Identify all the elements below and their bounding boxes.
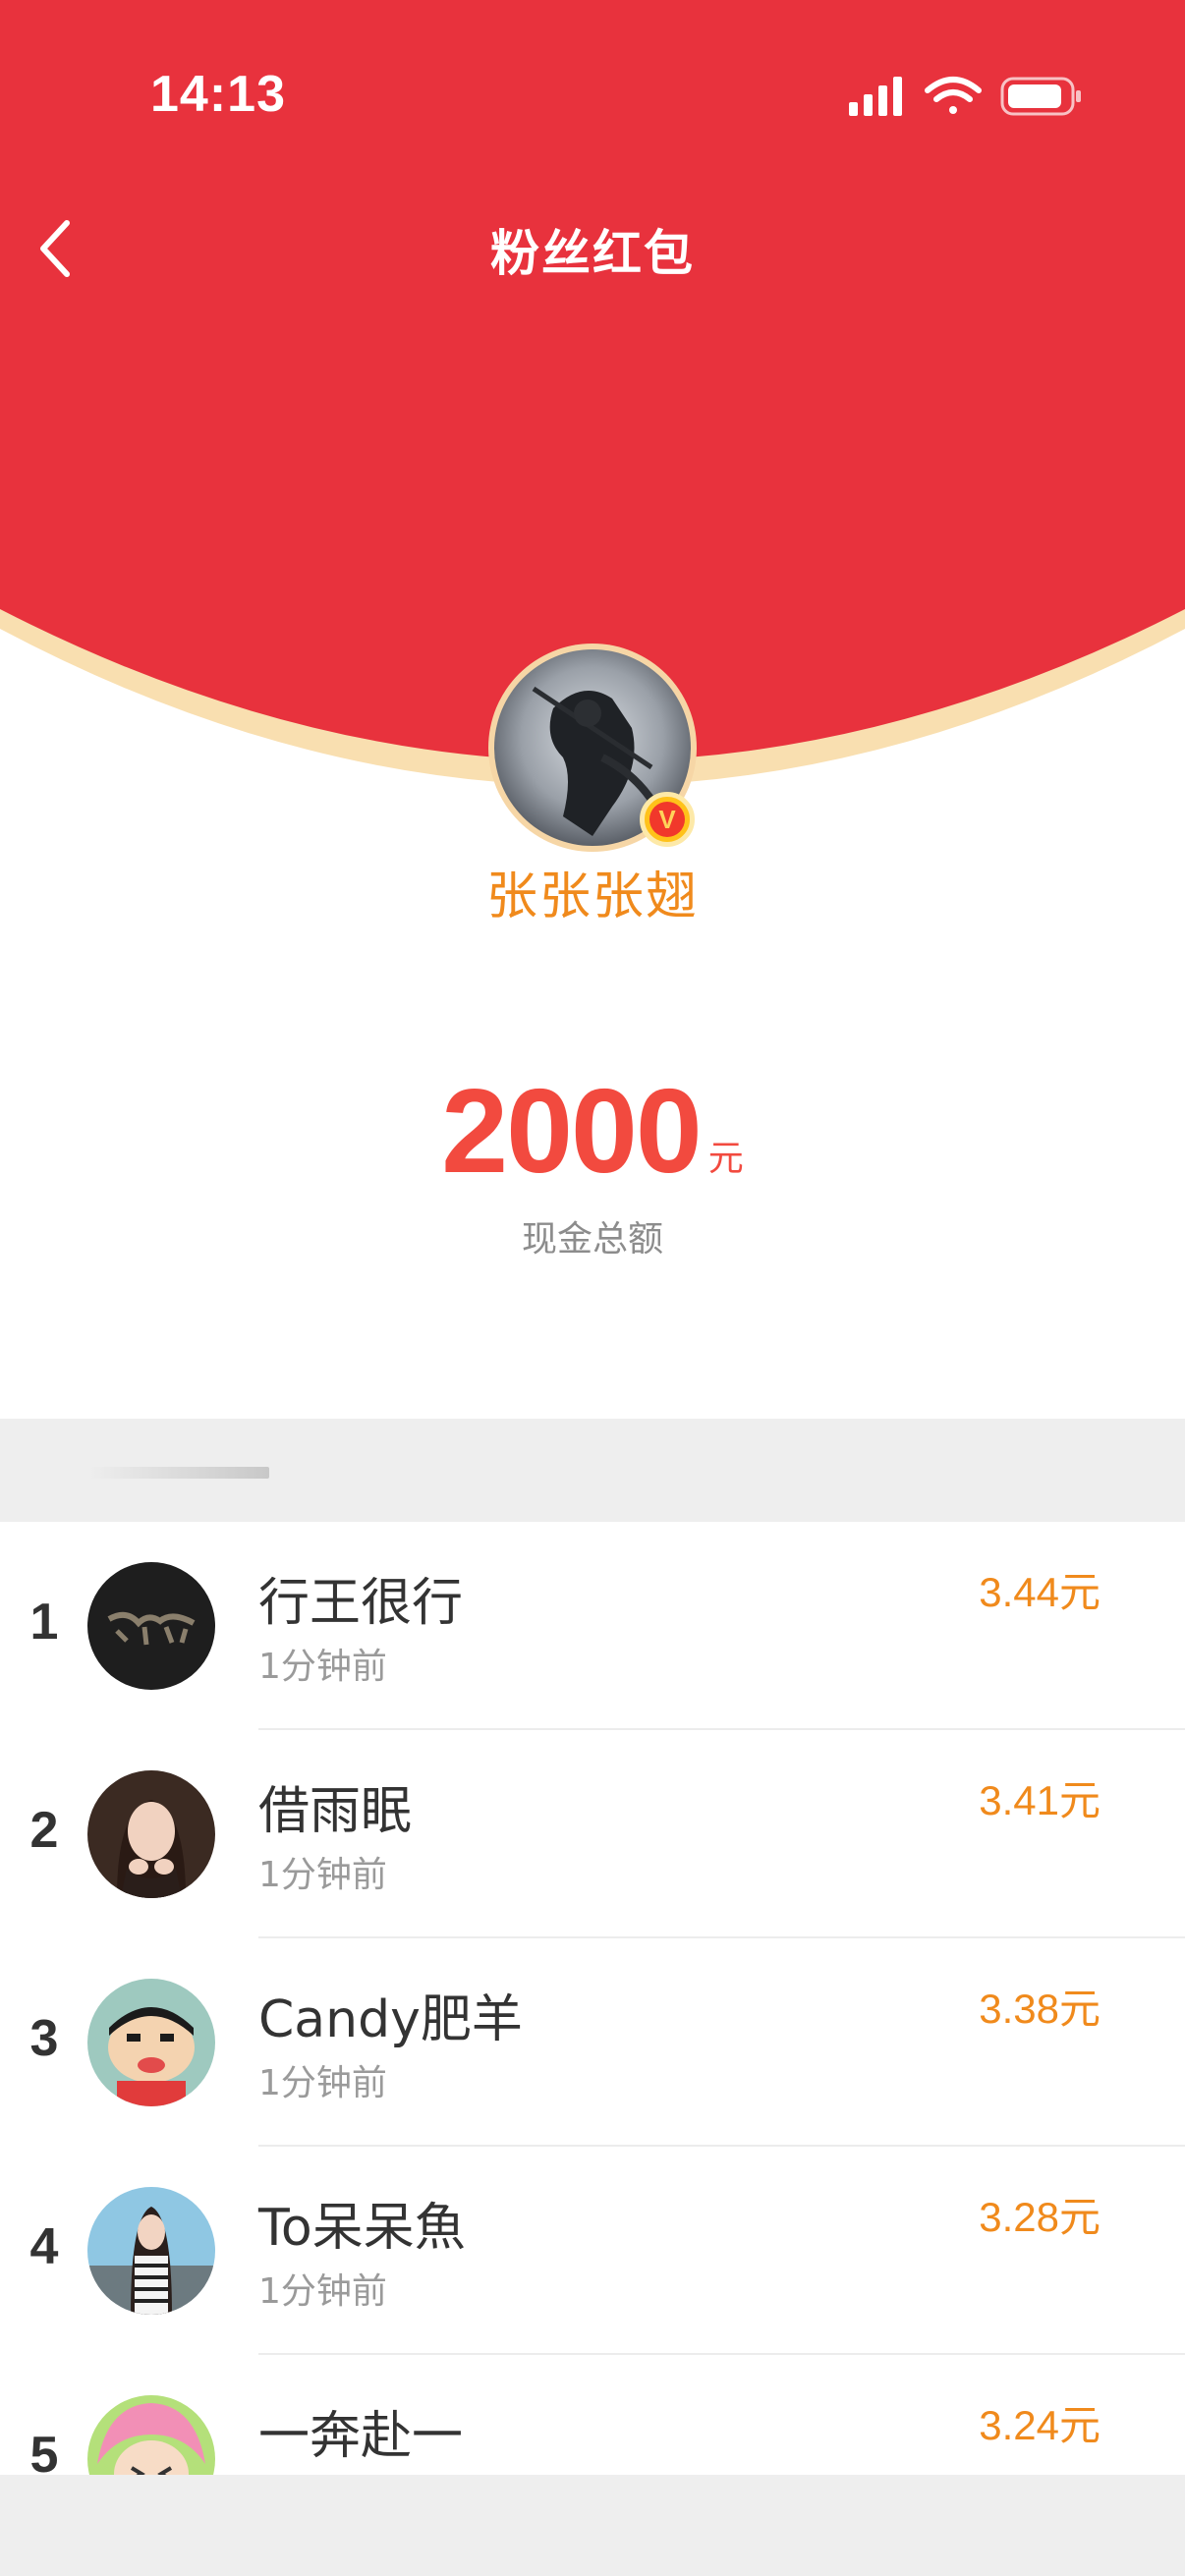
avatar-image [87,2395,215,2475]
claimed-amount: 3.41元 [979,1777,1100,1823]
status-bar: 14:13 [0,0,1185,187]
avatar[interactable] [87,1770,215,1898]
fan-red-packet-page: 14:13 粉丝红包 V 张张张翅 2000 元 现金总额 1 行王很行 1分钟… [0,0,1185,2576]
avatar-image [87,1562,215,1690]
recipient-name: To呆呆魚 [258,2199,466,2258]
verified-badge: V [640,792,695,847]
section-divider [0,1419,1185,1522]
list-item[interactable]: 1 行王很行 1分钟前 3.44元 [0,1522,1185,1730]
status-time: 14:13 [150,66,286,123]
avatar[interactable] [87,2395,215,2475]
recipient-name: 一奔赴一 [258,2407,464,2466]
wifi-icon [925,77,982,114]
cellular-signal-icon [849,77,902,116]
loading-placeholder [88,1467,269,1479]
rank-number: 1 [29,1594,59,1651]
rank-number: 5 [29,2427,59,2475]
page-title: 粉丝红包 [490,225,695,282]
avatar[interactable] [87,1562,215,1690]
avatar-image [87,1770,215,1898]
list-item[interactable]: 3 Candy肥羊 1分钟前 3.38元 [0,1938,1185,2147]
amount-label: 现金总额 [521,1219,663,1260]
recipient-name: 借雨眠 [258,1782,413,1841]
rank-number: 3 [29,2010,59,2067]
avatar-image [87,2187,215,2315]
avatar[interactable] [87,2187,215,2315]
claimed-amount: 3.44元 [979,1569,1100,1615]
battery-icon [1000,77,1081,116]
list-item[interactable]: 2 借雨眠 1分钟前 3.41元 [0,1730,1185,1938]
avatar-image [87,1979,215,2106]
recipient-name: Candy肥羊 [258,1990,523,2049]
rank-number: 2 [29,1802,59,1859]
claim-time: 1分钟前 [258,2063,387,2103]
rank-number: 4 [29,2218,59,2275]
claimed-amount: 3.38元 [979,1986,1100,2032]
claimed-amount: 3.28元 [979,2194,1100,2240]
total-amount: 2000 元 [0,1071,1185,1191]
recipient-list: 1 行王很行 1分钟前 3.44元 2 借雨眠 1分钟前 3.41元 3 Can… [0,1522,1185,2475]
status-icons [849,75,1085,118]
claim-time: 1分钟前 [258,2271,387,2312]
list-item[interactable]: 4 To呆呆魚 1分钟前 3.28元 [0,2147,1185,2355]
list-item[interactable]: 5 一奔赴一 3.24元 [0,2355,1185,2475]
amount-value: 2000 [441,1064,702,1198]
sender-nickname[interactable]: 张张张翅 [0,855,1185,928]
amount-unit: 元 [707,1139,744,1179]
avatar[interactable] [87,1979,215,2106]
claim-time: 1分钟前 [258,1855,387,1895]
recipient-name: 行王很行 [258,1574,464,1633]
claim-time: 1分钟前 [258,1647,387,1687]
claimed-amount: 3.24元 [979,2402,1100,2448]
bottom-bar [0,2475,1185,2576]
